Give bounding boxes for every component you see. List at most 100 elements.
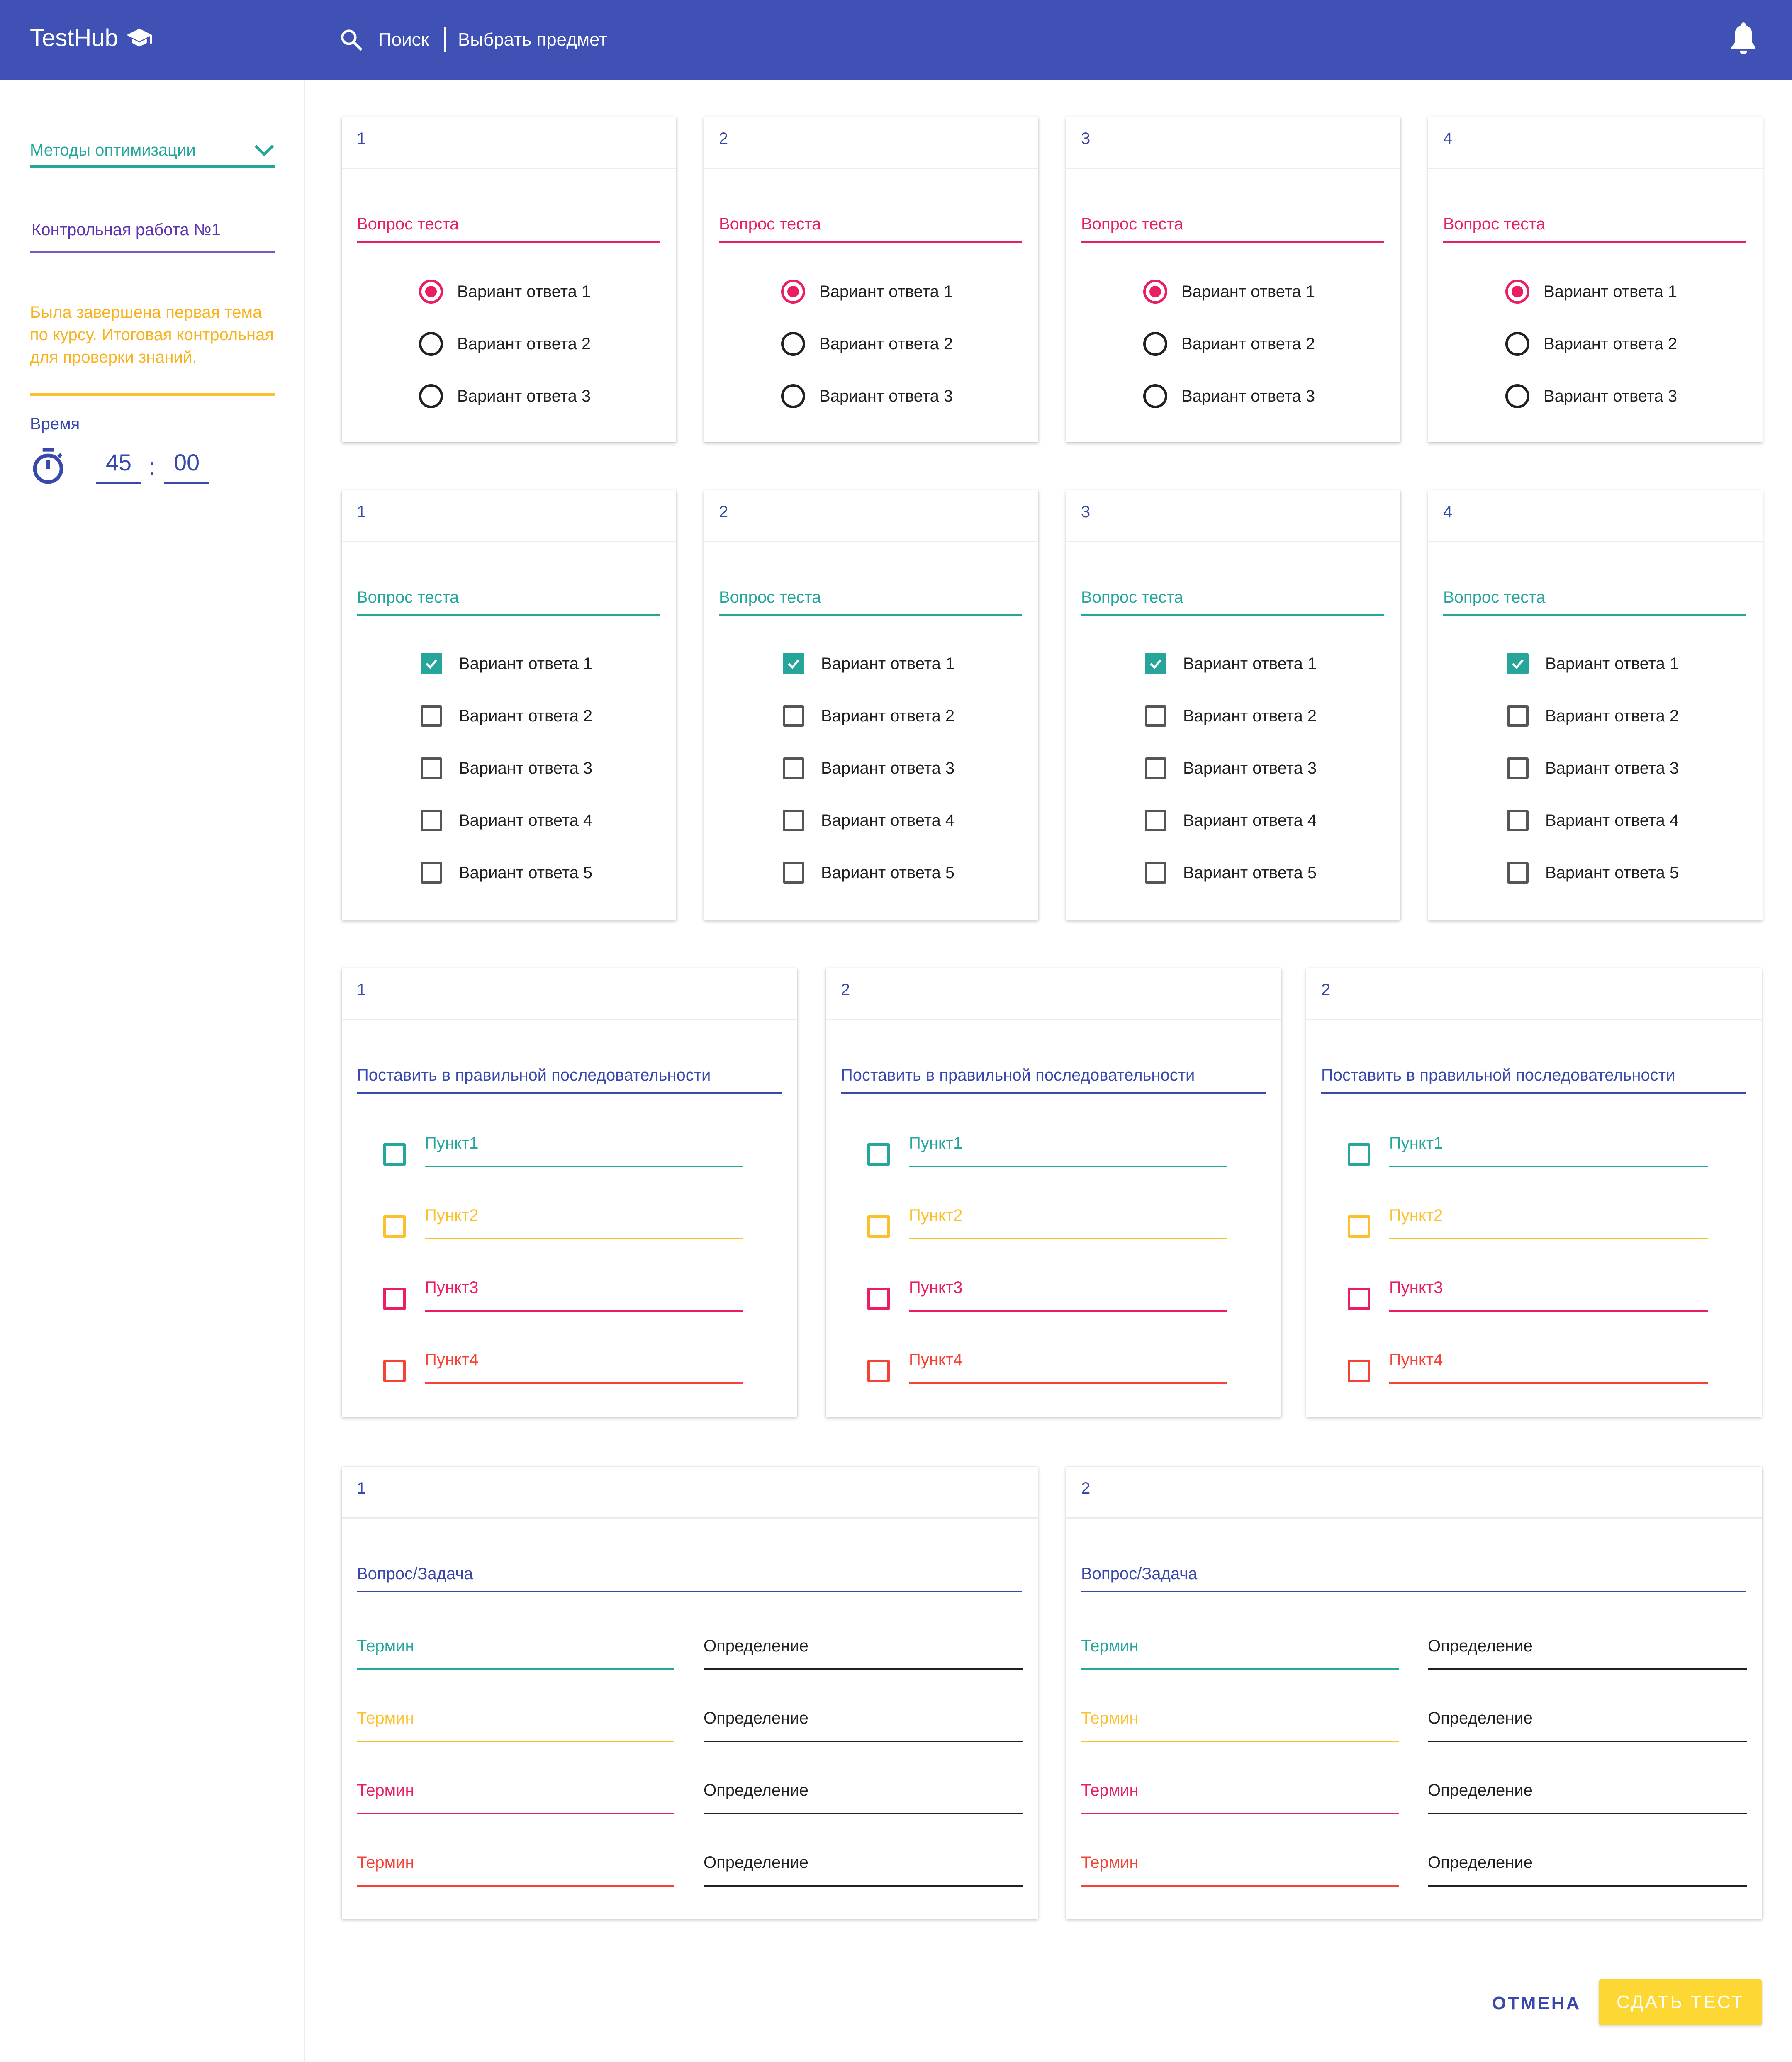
checkbox[interactable] [1507, 862, 1529, 884]
checkbox[interactable] [421, 705, 442, 727]
sequence-checkbox[interactable] [867, 1215, 890, 1238]
checkbox-option[interactable]: Вариант ответа 1 [421, 653, 592, 674]
sequence-item[interactable]: Пункт2 [383, 1206, 743, 1239]
sequence-item[interactable]: Пункт3 [1348, 1278, 1708, 1312]
checkbox-option[interactable]: Вариант ответа 3 [1145, 757, 1317, 779]
checkbox[interactable] [1145, 810, 1166, 831]
checkbox[interactable] [783, 653, 804, 674]
radio-option[interactable]: Вариант ответа 2 [781, 332, 953, 356]
question-field[interactable]: Вопрос теста [1081, 588, 1384, 616]
sequence-item[interactable]: Пункт3 [867, 1278, 1227, 1312]
checkbox[interactable] [1507, 653, 1529, 674]
cancel-button[interactable]: ОТМЕНА [1487, 1985, 1586, 2022]
checkbox-option[interactable]: Вариант ответа 1 [1507, 653, 1679, 674]
question-field[interactable]: Вопрос теста [719, 215, 1022, 243]
sequence-checkbox[interactable] [867, 1360, 890, 1382]
radio-option[interactable]: Вариант ответа 2 [1143, 332, 1315, 356]
definition-field[interactable]: Определение [704, 1853, 1023, 1887]
radio-option[interactable]: Вариант ответа 1 [419, 280, 591, 304]
definition-field[interactable]: Определение [704, 1781, 1023, 1814]
checkbox[interactable] [783, 862, 804, 884]
checkbox-option[interactable]: Вариант ответа 2 [421, 705, 592, 727]
radio-button[interactable] [1143, 384, 1167, 408]
checkbox[interactable] [1145, 653, 1166, 674]
sequence-checkbox[interactable] [1348, 1143, 1370, 1166]
definition-field[interactable]: Определение [704, 1637, 1023, 1670]
question-field[interactable]: Поставить в правильной последовательност… [1321, 1066, 1746, 1094]
term-field[interactable]: Термин [357, 1709, 674, 1742]
sequence-checkbox[interactable] [867, 1288, 890, 1310]
radio-option[interactable]: Вариант ответа 3 [781, 384, 953, 408]
checkbox-option[interactable]: Вариант ответа 3 [1507, 757, 1679, 779]
question-field[interactable]: Вопрос/Задача [1081, 1565, 1746, 1592]
radio-button[interactable] [1505, 332, 1529, 356]
sequence-item-field[interactable]: Пункт4 [1389, 1351, 1708, 1384]
sequence-item-field[interactable]: Пункт2 [425, 1206, 743, 1239]
submit-test-button[interactable]: СДАТЬ ТЕСТ [1599, 1979, 1762, 2025]
brand[interactable]: TestHub [30, 24, 152, 52]
checkbox[interactable] [783, 757, 804, 779]
question-field[interactable]: Вопрос теста [357, 588, 660, 616]
sequence-item[interactable]: Пункт2 [1348, 1206, 1708, 1239]
checkbox-option[interactable]: Вариант ответа 2 [783, 705, 954, 727]
checkbox[interactable] [783, 705, 804, 727]
checkbox[interactable] [1145, 757, 1166, 779]
radio-button[interactable] [781, 384, 805, 408]
search-icon[interactable] [339, 28, 363, 52]
checkbox[interactable] [1507, 705, 1529, 727]
sequence-item-field[interactable]: Пункт2 [1389, 1206, 1708, 1239]
radio-button[interactable] [419, 384, 443, 408]
radio-button[interactable] [419, 280, 443, 304]
sequence-item[interactable]: Пункт4 [867, 1351, 1227, 1384]
radio-button[interactable] [419, 332, 443, 356]
radio-option[interactable]: Вариант ответа 2 [1505, 332, 1677, 356]
question-field[interactable]: Вопрос теста [1443, 588, 1746, 616]
radio-option[interactable]: Вариант ответа 3 [1505, 384, 1677, 408]
term-field[interactable]: Термин [1081, 1637, 1399, 1670]
term-field[interactable]: Термин [1081, 1781, 1399, 1814]
sequence-checkbox[interactable] [383, 1215, 406, 1238]
checkbox-option[interactable]: Вариант ответа 4 [783, 810, 954, 831]
sequence-item-field[interactable]: Пункт4 [425, 1351, 743, 1384]
checkbox-option[interactable]: Вариант ответа 5 [1145, 862, 1317, 884]
radio-option[interactable]: Вариант ответа 2 [419, 332, 591, 356]
radio-button[interactable] [781, 332, 805, 356]
checkbox[interactable] [421, 810, 442, 831]
checkbox-option[interactable]: Вариант ответа 4 [1145, 810, 1317, 831]
checkbox-option[interactable]: Вариант ответа 1 [1145, 653, 1317, 674]
checkbox-option[interactable]: Вариант ответа 3 [783, 757, 954, 779]
sequence-checkbox[interactable] [1348, 1360, 1370, 1382]
definition-field[interactable]: Определение [1428, 1709, 1747, 1742]
sequence-item-field[interactable]: Пункт3 [1389, 1278, 1708, 1312]
sequence-item[interactable]: Пункт2 [867, 1206, 1227, 1239]
sequence-checkbox[interactable] [1348, 1288, 1370, 1310]
search-input[interactable]: Поиск [378, 29, 429, 50]
radio-option[interactable]: Вариант ответа 1 [1143, 280, 1315, 304]
radio-button[interactable] [1505, 384, 1529, 408]
definition-field[interactable]: Определение [1428, 1781, 1747, 1814]
sequence-checkbox[interactable] [383, 1360, 406, 1382]
sequence-item[interactable]: Пункт4 [1348, 1351, 1708, 1384]
term-field[interactable]: Термин [1081, 1853, 1399, 1887]
minutes-input[interactable]: 45 [96, 449, 141, 484]
definition-field[interactable]: Определение [1428, 1637, 1747, 1670]
radio-button[interactable] [1505, 280, 1529, 304]
sequence-checkbox[interactable] [1348, 1215, 1370, 1238]
term-field[interactable]: Термин [1081, 1709, 1399, 1742]
term-field[interactable]: Термин [357, 1781, 674, 1814]
checkbox-option[interactable]: Вариант ответа 5 [421, 862, 592, 884]
checkbox-option[interactable]: Вариант ответа 2 [1145, 705, 1317, 727]
checkbox-option[interactable]: Вариант ответа 5 [1507, 862, 1679, 884]
checkbox-option[interactable]: Вариант ответа 4 [1507, 810, 1679, 831]
checkbox-option[interactable]: Вариант ответа 2 [1507, 705, 1679, 727]
seconds-input[interactable]: 00 [164, 449, 209, 484]
question-field[interactable]: Вопрос теста [357, 215, 660, 243]
radio-option[interactable]: Вариант ответа 3 [419, 384, 591, 408]
sequence-item[interactable]: Пункт1 [867, 1134, 1227, 1167]
term-field[interactable]: Термин [357, 1637, 674, 1670]
definition-field[interactable]: Определение [704, 1709, 1023, 1742]
sequence-item[interactable]: Пункт3 [383, 1278, 743, 1312]
checkbox-option[interactable]: Вариант ответа 5 [783, 862, 954, 884]
question-field[interactable]: Поставить в правильной последовательност… [841, 1066, 1266, 1094]
sequence-item-field[interactable]: Пункт1 [425, 1134, 743, 1167]
